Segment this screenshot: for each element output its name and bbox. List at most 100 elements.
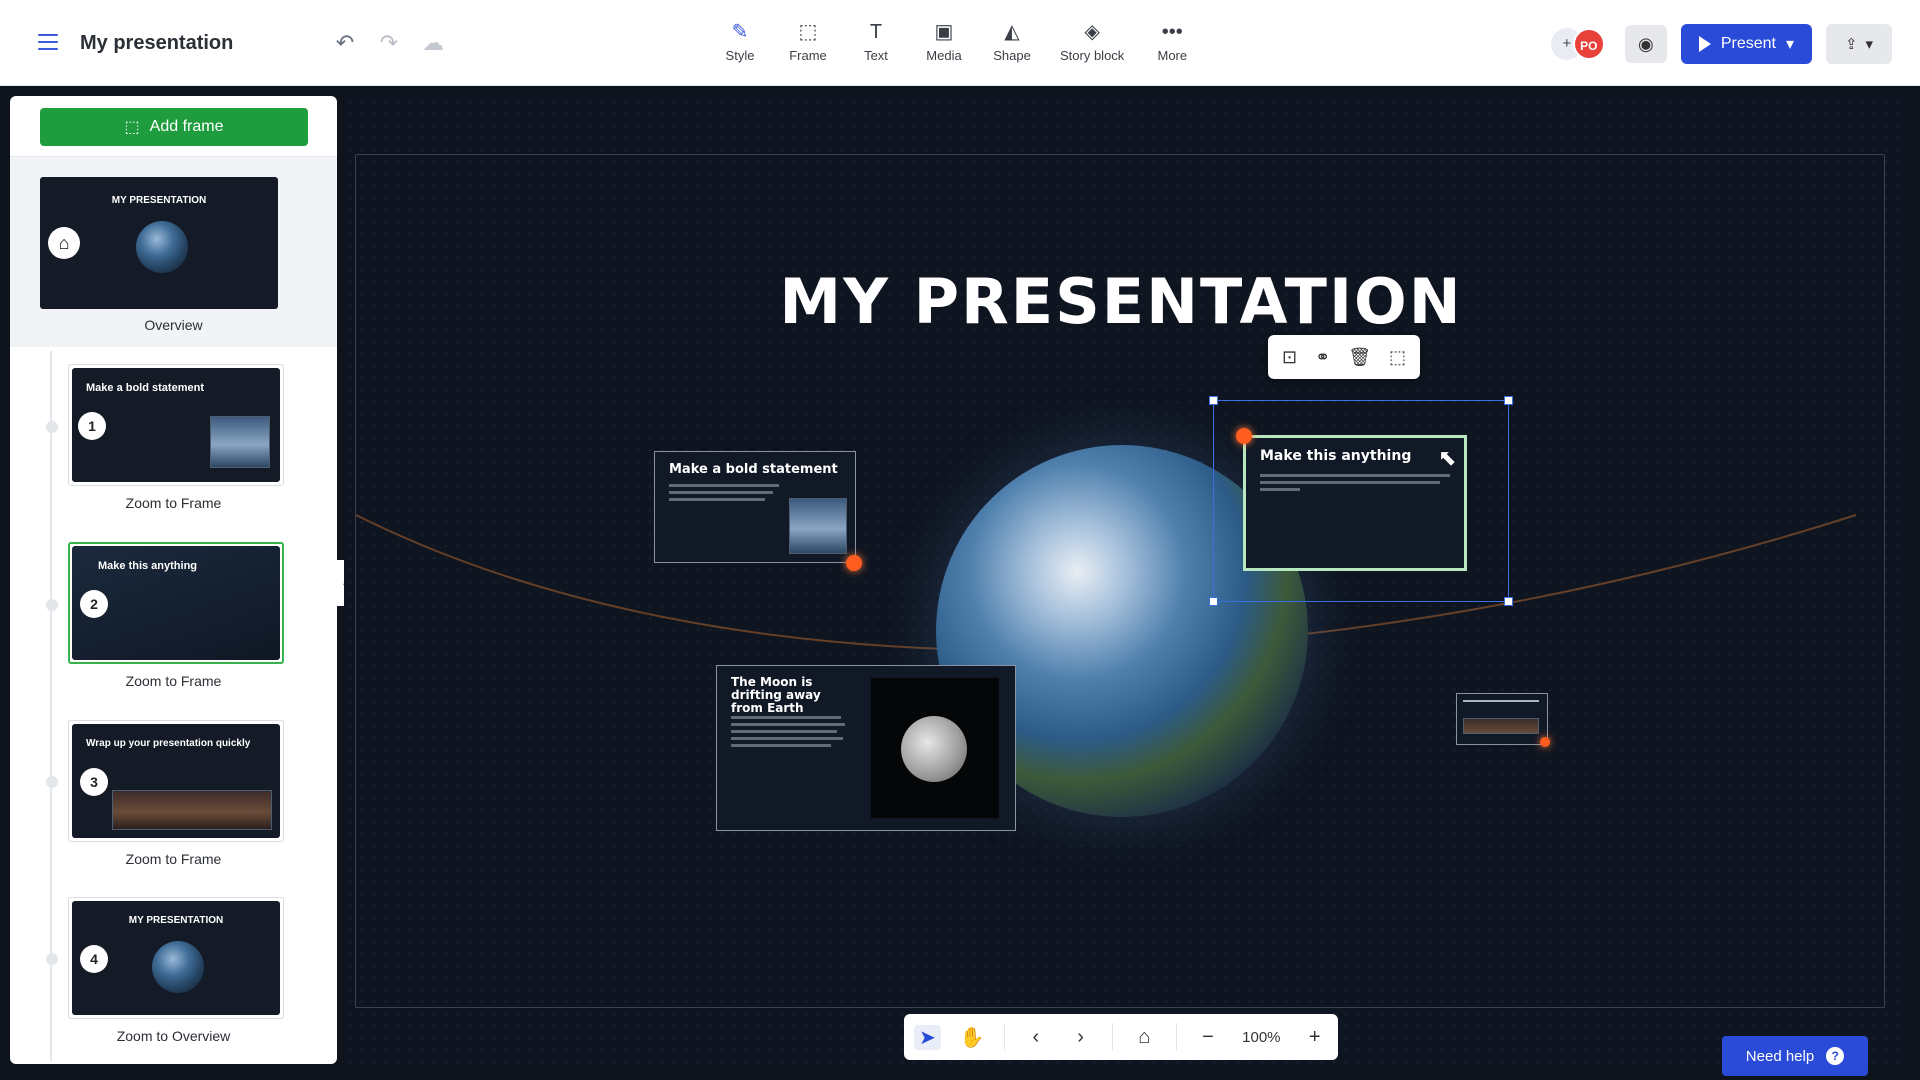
presentation-title[interactable]: My presentation	[80, 32, 233, 55]
more-icon: •••	[1161, 21, 1183, 43]
card-heading: The Moon is drifting away from Earth	[731, 675, 821, 715]
frame-icon: ⬚	[798, 21, 818, 43]
next-icon[interactable]: ›	[1067, 1026, 1094, 1049]
resize-handle[interactable]	[1504, 396, 1513, 405]
path-point-3[interactable]	[1540, 737, 1550, 747]
canvas[interactable]: MY PRESENTATION Make a bold statement Th…	[344, 96, 1904, 1064]
image-placeholder	[789, 498, 847, 554]
path-point-2[interactable]	[1236, 428, 1252, 444]
header-actions: + PO ◉ Present ▾ ⇪ ▾	[1550, 24, 1892, 64]
presentation-heading[interactable]: MY PRESENTATION	[356, 265, 1886, 338]
tool-media-label: Media	[926, 48, 962, 63]
text-line	[669, 498, 765, 501]
mouse-pointer-icon: ⬉	[1438, 445, 1457, 470]
tool-story-block-label: Story block	[1060, 48, 1125, 63]
timeline-dot	[46, 421, 58, 433]
overview-thumbnail[interactable]: MY PRESENTATION ⌂	[40, 177, 278, 309]
card-heading: Make a bold statement	[669, 462, 838, 477]
redo-icon[interactable]: ↷	[376, 30, 402, 56]
present-label: Present	[1720, 35, 1776, 52]
eye-icon: ◉	[1637, 34, 1654, 54]
zoom-out-icon[interactable]: −	[1195, 1026, 1222, 1049]
tool-text[interactable]: T Text	[856, 18, 896, 63]
menu-icon[interactable]	[38, 34, 58, 50]
play-icon	[1698, 36, 1711, 52]
delete-icon[interactable]: 🗑	[1348, 347, 1371, 368]
frame-item-4[interactable]: MY PRESENTATION 4	[68, 897, 284, 1019]
tool-media[interactable]: ▣ Media	[924, 18, 964, 63]
story-block-icon: ◈	[1084, 21, 1100, 43]
add-frame-button[interactable]: ⬚ Add frame	[40, 108, 308, 146]
resize-handle[interactable]	[1209, 396, 1218, 405]
chevron-down-icon: ▾	[1785, 36, 1794, 53]
share-button[interactable]: ⇪ ▾	[1826, 24, 1892, 64]
earth-image	[136, 221, 188, 273]
moon-image	[871, 678, 999, 818]
divider	[1111, 1023, 1113, 1051]
frame-icon: ⬚	[124, 119, 140, 136]
undo-icon[interactable]: ↶	[332, 30, 358, 56]
text-icon: T	[869, 21, 883, 43]
image-placeholder	[1463, 718, 1539, 734]
collaborators[interactable]: + PO	[1550, 26, 1611, 62]
tool-story-block[interactable]: ◈ Story block	[1060, 18, 1124, 63]
avatar[interactable]: PO	[1572, 28, 1605, 60]
frame-floating-toolbar: ⊡ ⚭ 🗑 ⬚	[1268, 335, 1421, 379]
select-contents-icon[interactable]: ⊡	[1282, 347, 1297, 368]
text-line	[731, 730, 837, 733]
resize-handle[interactable]	[1504, 597, 1513, 606]
tool-style[interactable]: ✎ Style	[720, 18, 760, 63]
overview-item[interactable]: MY PRESENTATION ⌂ Overview	[10, 157, 337, 347]
previous-icon[interactable]: ‹	[1022, 1026, 1049, 1049]
toolbar: ✎ Style ⬚ Frame T Text ▣ Media ◭ Shape ◈…	[720, 18, 1192, 63]
hand-tool-icon[interactable]: ✋	[959, 1025, 986, 1050]
preview-button[interactable]: ◉	[1624, 25, 1667, 63]
resize-handle[interactable]	[1209, 597, 1218, 606]
overview-label: Overview	[144, 317, 203, 333]
frame-number: 1	[78, 412, 106, 440]
tool-shape[interactable]: ◭ Shape	[992, 18, 1032, 63]
frame-3-label: Zoom to Frame	[125, 851, 222, 867]
bottom-navigation: ➤ ✋ ‹ › ⌂ − 100% +	[904, 1014, 1338, 1060]
timeline-dot	[46, 953, 58, 965]
earth-image	[152, 941, 204, 993]
zoom-in-icon[interactable]: +	[1301, 1026, 1328, 1049]
text-line	[1463, 700, 1539, 702]
frame-card-wrap-up[interactable]	[1456, 693, 1548, 745]
text-line	[731, 723, 845, 726]
link-icon[interactable]: ⚭	[1315, 347, 1330, 368]
frame-number: 3	[80, 768, 108, 796]
text-line	[1260, 488, 1300, 491]
cloud-icon: ☁	[422, 30, 444, 55]
frame-card-moon[interactable]: The Moon is drifting away from Earth	[716, 665, 1016, 831]
text-line	[731, 737, 843, 740]
home-icon: ⌂	[48, 227, 80, 259]
tool-frame[interactable]: ⬚ Frame	[788, 18, 828, 63]
style-icon: ✎	[731, 21, 749, 43]
moon	[901, 716, 967, 782]
zoom-level[interactable]: 100%	[1239, 1029, 1283, 1046]
frame-4-label: Zoom to Overview	[116, 1028, 231, 1044]
tool-text-label: Text	[864, 48, 888, 63]
home-icon[interactable]: ⌂	[1131, 1026, 1158, 1049]
thumb-title: MY PRESENTATION	[128, 915, 224, 926]
thumb-title: MY PRESENTATION	[111, 195, 207, 206]
frame-card-bold-statement[interactable]: Make a bold statement	[654, 451, 856, 563]
frame-icon[interactable]: ⬚	[1389, 347, 1406, 368]
media-icon: ▣	[934, 21, 954, 43]
need-help-button[interactable]: Need help ?	[1722, 1036, 1868, 1076]
share-icon: ⇪	[1844, 36, 1858, 53]
path-point-1[interactable]	[846, 555, 862, 571]
timeline-dot	[46, 776, 58, 788]
text-line	[669, 484, 779, 487]
card-heading: Make this anything	[1260, 448, 1412, 464]
present-button[interactable]: Present ▾	[1680, 24, 1812, 64]
frame-card-make-anything[interactable]: Make this anything	[1243, 435, 1467, 571]
tool-more[interactable]: ••• More	[1152, 18, 1192, 63]
select-tool-icon[interactable]: ➤	[914, 1024, 941, 1050]
need-help-label: Need help	[1745, 1047, 1815, 1065]
text-line	[669, 491, 773, 494]
divider	[1175, 1023, 1177, 1051]
image-placeholder	[112, 790, 272, 830]
frame-4-thumbnail: MY PRESENTATION 4	[72, 901, 280, 1015]
